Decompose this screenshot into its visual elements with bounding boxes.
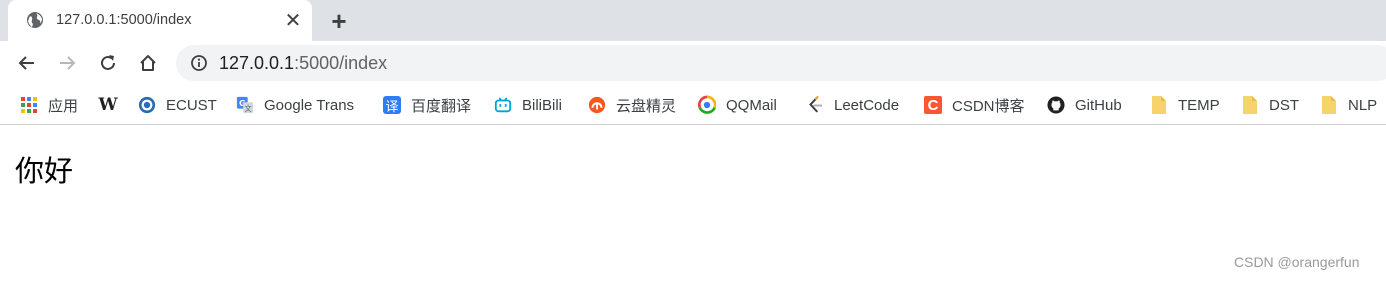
bookmark-label: LeetCode bbox=[834, 96, 900, 114]
bookmark-bilibili[interactable]: BiliBili bbox=[494, 93, 562, 117]
bookmark-csdn[interactable]: C CSDN博客 bbox=[924, 93, 1025, 117]
ecust-icon bbox=[138, 96, 156, 114]
baidu-translate-icon: 译 bbox=[383, 96, 401, 114]
page-content: 你好 CSDN @orangerfun bbox=[0, 126, 1386, 281]
bookmark-cloud-disk[interactable]: 云盘精灵 bbox=[588, 93, 676, 117]
arrow-right-icon bbox=[60, 56, 76, 70]
back-button[interactable] bbox=[15, 51, 39, 75]
bookmarks-bar: 应用 W ECUST G 文 Google Trans 译 百度翻译 BiliB… bbox=[0, 85, 1386, 125]
home-button[interactable] bbox=[136, 51, 160, 75]
tab-close-button[interactable]: ✕ bbox=[282, 9, 304, 32]
info-icon[interactable] bbox=[190, 54, 208, 72]
wikipedia-icon: W bbox=[98, 95, 118, 115]
folder-icon bbox=[1320, 96, 1338, 114]
active-tab[interactable]: 127.0.0.1:5000/index ✕ bbox=[8, 0, 312, 41]
bookmark-folder-dst[interactable]: DST bbox=[1241, 93, 1299, 117]
bookmark-github[interactable]: GitHub bbox=[1047, 93, 1122, 117]
url-host: 127.0.0.1 bbox=[219, 53, 295, 73]
reload-icon bbox=[101, 55, 115, 70]
csdn-icon: C bbox=[924, 96, 942, 114]
bookmark-label: GitHub bbox=[1075, 96, 1122, 114]
bookmark-baidu-translate[interactable]: 译 百度翻译 bbox=[383, 93, 471, 117]
page-greeting: 你好 bbox=[15, 154, 74, 188]
bilibili-icon bbox=[494, 96, 512, 114]
github-icon bbox=[1047, 96, 1065, 114]
bookmark-folder-temp[interactable]: TEMP bbox=[1150, 93, 1220, 117]
globe-icon bbox=[27, 12, 43, 28]
new-tab-button[interactable]: + bbox=[326, 8, 352, 34]
leetcode-icon bbox=[806, 95, 824, 114]
bookmark-label: 云盘精灵 bbox=[616, 97, 677, 115]
bookmark-qqmail[interactable]: QQMail bbox=[698, 93, 777, 117]
tab-title: 127.0.0.1:5000/index bbox=[56, 12, 192, 28]
home-icon bbox=[140, 55, 156, 71]
bookmark-folder-nlp[interactable]: NLP bbox=[1320, 93, 1377, 117]
tab-strip: 127.0.0.1:5000/index ✕ + bbox=[0, 0, 1386, 41]
bookmark-apps[interactable]: 应用 bbox=[20, 93, 78, 117]
folder-icon bbox=[1150, 96, 1168, 114]
bookmark-label: QQMail bbox=[726, 96, 777, 114]
qqmail-icon bbox=[698, 95, 716, 114]
bookmark-label: DST bbox=[1269, 96, 1299, 114]
bookmark-label: NLP bbox=[1348, 96, 1378, 114]
bookmark-leetcode[interactable]: LeetCode bbox=[806, 93, 899, 117]
apps-grid-icon bbox=[20, 96, 38, 114]
watermark: CSDN @orangerfun bbox=[1234, 254, 1360, 270]
bookmark-label: 应用 bbox=[48, 97, 79, 115]
folder-icon bbox=[1241, 96, 1259, 114]
cloud-disk-icon bbox=[588, 96, 606, 114]
address-bar[interactable]: 127.0.0.1:5000/index bbox=[176, 45, 1386, 81]
bookmark-google-trans[interactable]: G 文 Google Trans bbox=[236, 93, 354, 117]
url-path: :5000/index bbox=[294, 53, 388, 73]
bookmark-label: CSDN博客 bbox=[952, 97, 1025, 115]
forward-button[interactable] bbox=[55, 51, 79, 75]
toolbar: 127.0.0.1:5000/index bbox=[0, 41, 1386, 85]
bookmark-ecust[interactable]: ECUST bbox=[138, 93, 217, 117]
url-text[interactable]: 127.0.0.1:5000/index bbox=[219, 53, 387, 74]
bookmark-label: ECUST bbox=[166, 96, 217, 114]
bookmark-wikipedia[interactable]: W bbox=[98, 93, 128, 117]
bookmark-label: BiliBili bbox=[522, 96, 563, 114]
svg-text:文: 文 bbox=[245, 104, 252, 113]
bookmark-label: TEMP bbox=[1178, 96, 1220, 114]
bookmark-label: Google Trans bbox=[264, 96, 355, 114]
reload-button[interactable] bbox=[96, 51, 120, 75]
google-translate-icon: G 文 bbox=[236, 96, 254, 114]
arrow-left-icon bbox=[18, 56, 34, 70]
bookmark-label: 百度翻译 bbox=[411, 97, 472, 115]
